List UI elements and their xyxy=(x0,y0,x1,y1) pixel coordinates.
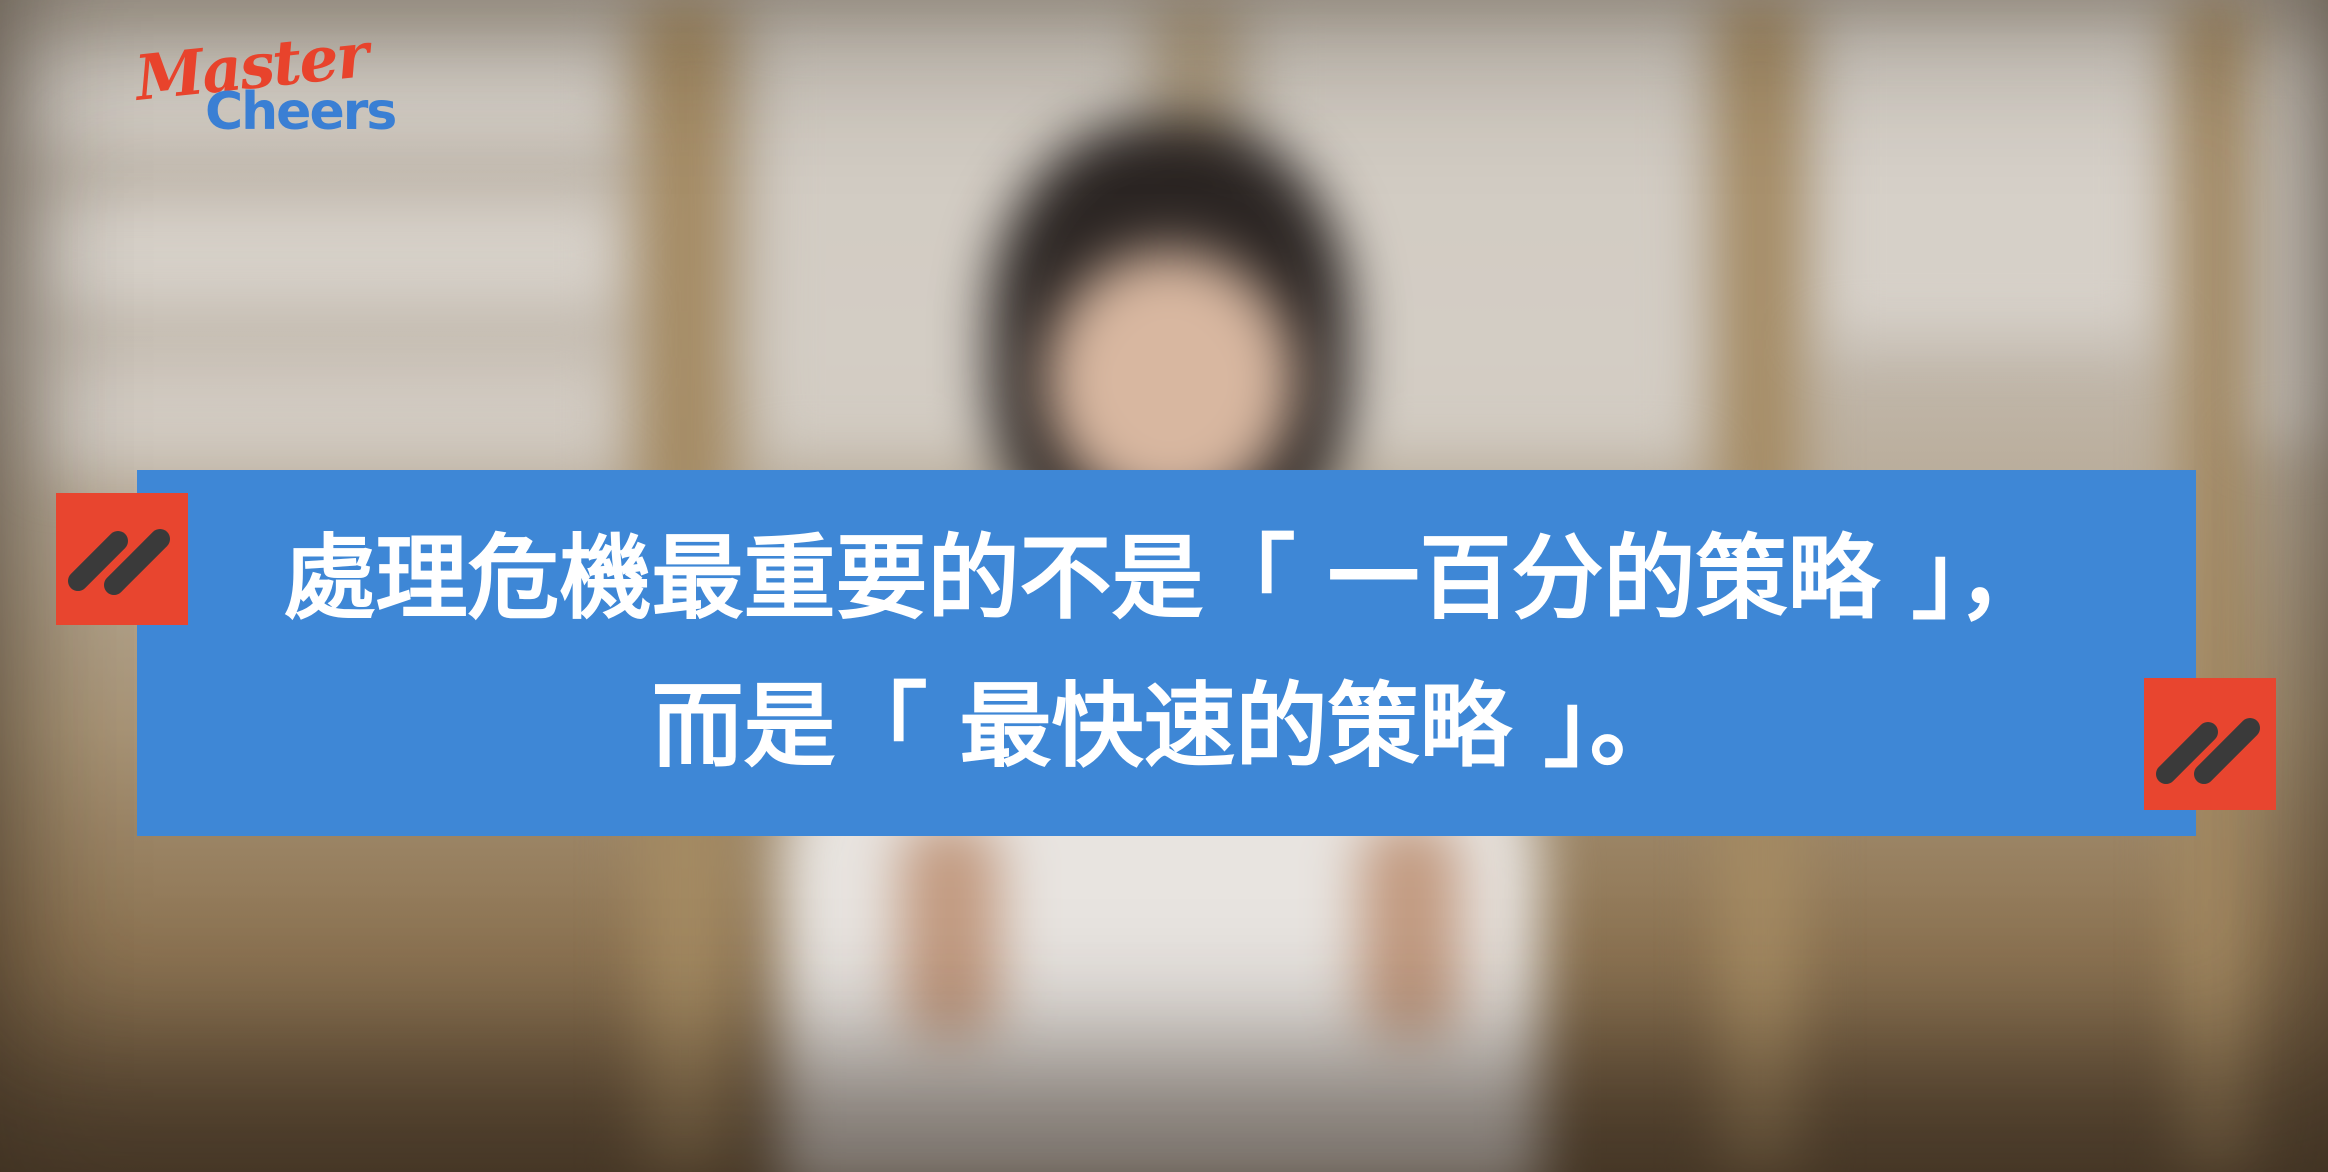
double-slash-icon xyxy=(2144,678,2276,810)
double-slash-icon xyxy=(56,493,188,625)
logo-cheers-text: Cheers xyxy=(205,82,397,142)
caption-line-2: 而是「 最快速的策略 」。 xyxy=(651,673,1682,780)
caption-line-1: 處理危機最重要的不是「 一百分的策略 」， xyxy=(283,525,2050,632)
master-cheers-logo: Master Cheers xyxy=(132,18,398,156)
caption-text-block: 處理危機最重要的不是「 一百分的策略 」， 而是「 最快速的策略 」。 xyxy=(137,470,2196,836)
